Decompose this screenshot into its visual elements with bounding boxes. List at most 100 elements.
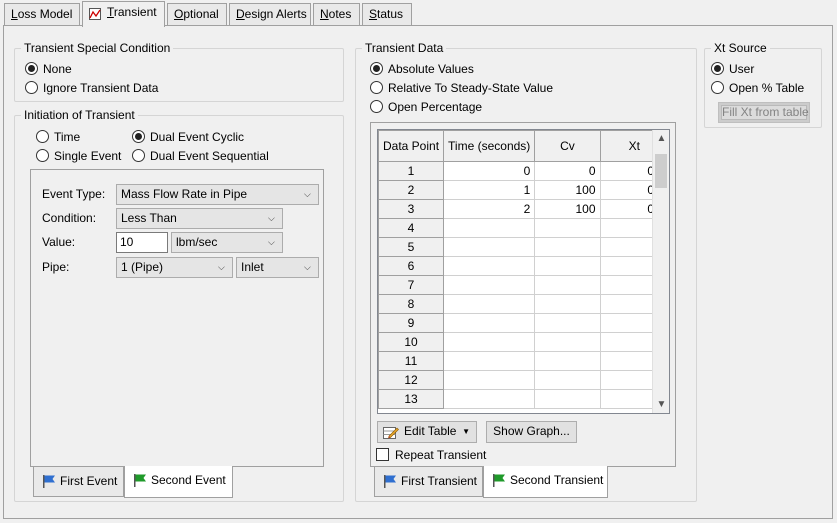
radio-single-event[interactable]: Single Event: [36, 148, 121, 164]
cell-time[interactable]: 1: [443, 180, 536, 200]
event-type-dropdown[interactable]: Mass Flow Rate in Pipe ⌵: [116, 184, 319, 205]
cell-cv[interactable]: [534, 275, 601, 295]
table-row[interactable]: 211000.7: [378, 180, 669, 200]
pipe-dropdown[interactable]: 1 (Pipe) ⌵: [116, 257, 233, 278]
cell-cv[interactable]: 100: [534, 180, 601, 200]
row-header[interactable]: 11: [378, 351, 445, 371]
tab-optional-label: ptional: [183, 7, 219, 21]
tab-status-mnemonic: S: [369, 7, 378, 21]
tab-design-alerts[interactable]: Design Alerts: [229, 3, 311, 26]
scroll-down-icon[interactable]: ▼: [653, 396, 669, 413]
row-header[interactable]: 6: [378, 256, 445, 276]
radio-relative-steady-state[interactable]: Relative To Steady-State Value: [370, 80, 553, 96]
scroll-thumb[interactable]: [655, 154, 667, 188]
cell-time[interactable]: [443, 275, 536, 295]
cell-cv[interactable]: [534, 256, 601, 276]
tab-first-transient[interactable]: First Transient: [374, 467, 483, 497]
cell-cv[interactable]: [534, 332, 601, 352]
cell-cv[interactable]: [534, 294, 601, 314]
table-row[interactable]: 4: [378, 218, 669, 238]
table-row[interactable]: 10: [378, 332, 669, 352]
table-row[interactable]: 321000.7: [378, 199, 669, 219]
tab-transient[interactable]: Transient: [82, 1, 165, 27]
row-header[interactable]: 5: [378, 237, 445, 257]
cell-cv[interactable]: 100: [534, 199, 601, 219]
radio-absolute-label: Absolute Values: [388, 62, 474, 76]
radio-time[interactable]: Time: [36, 129, 80, 145]
table-row[interactable]: 11: [378, 351, 669, 371]
chevron-down-icon: ⌵: [304, 189, 311, 199]
row-header[interactable]: 8: [378, 294, 445, 314]
radio-ignore-transient[interactable]: Ignore Transient Data: [25, 80, 158, 96]
row-header[interactable]: 3: [378, 199, 445, 219]
chevron-down-icon: ⌵: [268, 213, 275, 223]
radio-xt-user[interactable]: User: [711, 61, 754, 77]
chevron-down-icon: ⌵: [268, 237, 275, 247]
table-row[interactable]: 12: [378, 370, 669, 390]
radio-dual-cyclic[interactable]: Dual Event Cyclic: [132, 129, 244, 145]
tab-optional[interactable]: Optional: [167, 3, 227, 26]
tab-status[interactable]: Status: [362, 3, 412, 26]
show-graph-button[interactable]: Show Graph...: [486, 421, 577, 443]
row-header[interactable]: 7: [378, 275, 445, 295]
radio-open-percentage[interactable]: Open Percentage: [370, 99, 482, 115]
col-header-time[interactable]: Time (seconds): [443, 130, 536, 162]
row-header[interactable]: 2: [378, 180, 445, 200]
col-header-cv[interactable]: Cv: [534, 130, 601, 162]
cell-cv[interactable]: 0: [534, 161, 601, 181]
table-row[interactable]: 7: [378, 275, 669, 295]
cell-time[interactable]: [443, 256, 536, 276]
row-header[interactable]: 10: [378, 332, 445, 352]
cell-cv[interactable]: [534, 218, 601, 238]
condition-dropdown[interactable]: Less Than ⌵: [116, 208, 283, 229]
row-header[interactable]: 4: [378, 218, 445, 238]
row-header[interactable]: 12: [378, 370, 445, 390]
transient-data-table[interactable]: Data Point Time (seconds) Cv Xt 1000.721…: [377, 129, 670, 414]
cell-cv[interactable]: [534, 237, 601, 257]
cell-cv[interactable]: [534, 351, 601, 371]
cell-time[interactable]: 0: [443, 161, 536, 181]
cell-time[interactable]: [443, 332, 536, 352]
tab-second-transient[interactable]: Second Transient: [483, 466, 608, 498]
row-header[interactable]: 9: [378, 313, 445, 333]
tab-notes[interactable]: Notes: [313, 3, 360, 26]
cell-time[interactable]: [443, 370, 536, 390]
cell-time[interactable]: [443, 237, 536, 257]
tab-first-event[interactable]: First Event: [33, 467, 124, 497]
table-row[interactable]: 1000.7: [378, 161, 669, 181]
table-row[interactable]: 6: [378, 256, 669, 276]
cell-time[interactable]: [443, 351, 536, 371]
row-header[interactable]: 13: [378, 389, 445, 409]
col-header-point[interactable]: Data Point: [378, 130, 445, 162]
tab-second-event[interactable]: Second Event: [124, 466, 233, 498]
cell-time[interactable]: [443, 313, 536, 333]
row-header[interactable]: 1: [378, 161, 445, 181]
radio-time-indicator: [36, 130, 49, 143]
value-input[interactable]: 10: [116, 232, 168, 253]
pipe-end-dropdown[interactable]: Inlet ⌵: [236, 257, 319, 278]
table-row[interactable]: 9: [378, 313, 669, 333]
fill-xt-button[interactable]: Fill Xt from table: [718, 102, 810, 123]
event-type-label: Event Type:: [42, 187, 106, 201]
table-scrollbar[interactable]: ▲ ▼: [652, 130, 669, 413]
table-row[interactable]: 5: [378, 237, 669, 257]
radio-none[interactable]: None: [25, 61, 72, 77]
tab-loss-model[interactable]: Loss Model: [4, 3, 80, 26]
scroll-up-icon[interactable]: ▲: [653, 130, 669, 147]
repeat-transient-checkbox[interactable]: Repeat Transient: [376, 447, 486, 463]
unit-dropdown[interactable]: lbm/sec ⌵: [171, 232, 283, 253]
cell-time[interactable]: [443, 389, 536, 409]
cell-time[interactable]: [443, 294, 536, 314]
table-row[interactable]: 8: [378, 294, 669, 314]
cell-cv[interactable]: [534, 313, 601, 333]
cell-time[interactable]: [443, 218, 536, 238]
radio-dual-sequential[interactable]: Dual Event Sequential: [132, 148, 269, 164]
radio-absolute-values[interactable]: Absolute Values: [370, 61, 474, 77]
cell-cv[interactable]: [534, 370, 601, 390]
edit-table-label: Edit Table: [404, 424, 457, 438]
edit-table-button[interactable]: Edit Table ▼: [377, 421, 477, 443]
cell-cv[interactable]: [534, 389, 601, 409]
table-row[interactable]: 13: [378, 389, 669, 409]
cell-time[interactable]: 2: [443, 199, 536, 219]
radio-xt-open-table[interactable]: Open % Table: [711, 80, 804, 96]
